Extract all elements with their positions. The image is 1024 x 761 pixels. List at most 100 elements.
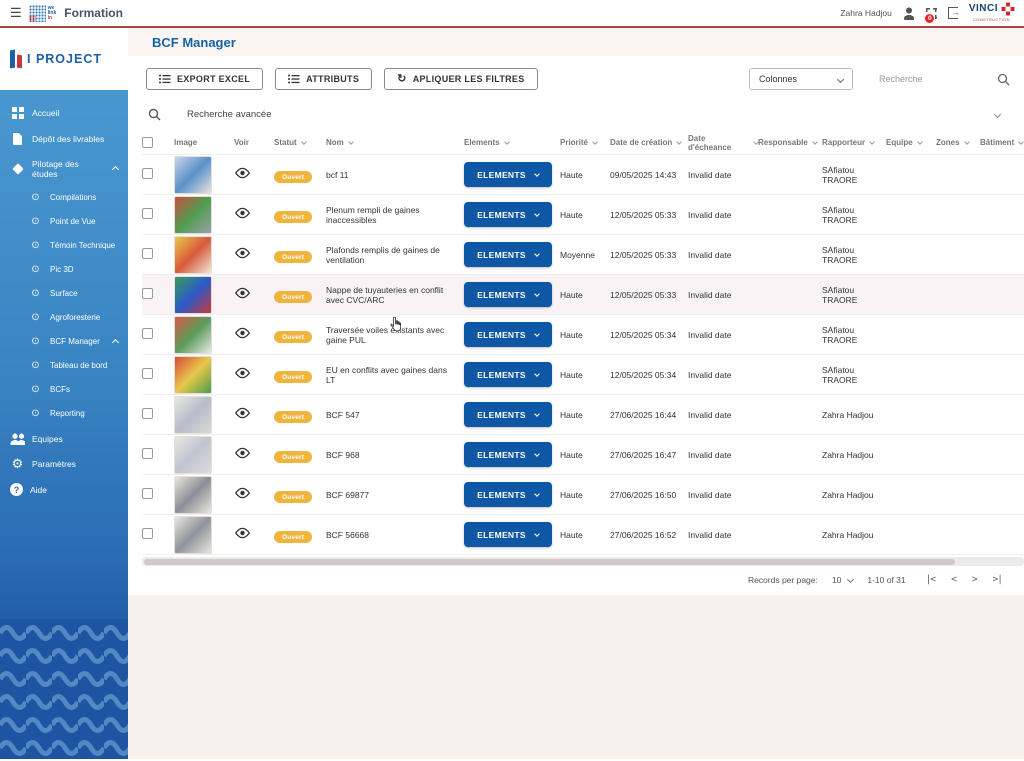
column-header[interactable] — [142, 137, 174, 148]
eye-icon[interactable] — [234, 487, 251, 499]
row-checkbox[interactable] — [142, 288, 153, 299]
row-checkbox[interactable] — [142, 328, 153, 339]
column-header[interactable]: Zones — [936, 138, 980, 147]
sidebar-item-pilotage-des-tudes[interactable]: Pilotage des études — [0, 152, 128, 186]
column-header[interactable]: Priorité — [560, 138, 610, 147]
chevron-down-icon[interactable] — [964, 139, 970, 145]
row-checkbox[interactable] — [142, 368, 153, 379]
export-excel-button[interactable]: EXPORT EXCEL — [146, 68, 263, 90]
columns-dropdown[interactable]: Colonnes — [749, 68, 853, 90]
table-row[interactable]: Ouvert BCF 547 ELEMENTS Haute 27/06/2025… — [142, 395, 1024, 435]
eye-icon[interactable] — [234, 287, 251, 299]
row-thumbnail[interactable] — [174, 236, 212, 274]
row-thumbnail[interactable] — [174, 276, 212, 314]
horizontal-scrollbar[interactable] — [142, 557, 1024, 566]
column-header[interactable]: Date d'écheance — [688, 134, 758, 152]
sidebar-item-d-p-t-des-livrables[interactable]: Dépôt des livrables — [0, 126, 128, 152]
next-page-button[interactable]: > — [972, 574, 977, 585]
elements-button[interactable]: ELEMENTS — [464, 482, 552, 507]
search-icon[interactable] — [997, 73, 1010, 86]
eye-icon[interactable] — [234, 407, 251, 419]
sidebar-item-param-tres[interactable]: Paramètres — [0, 452, 128, 476]
elements-button[interactable]: ELEMENTS — [464, 442, 552, 467]
table-row[interactable]: Ouvert BCF 968 ELEMENTS Haute 27/06/2025… — [142, 435, 1024, 475]
row-thumbnail[interactable] — [174, 396, 212, 434]
select-all-checkbox[interactable] — [142, 137, 153, 148]
sidebar-item-bcf-manager[interactable]: BCF Manager — [0, 330, 128, 354]
elements-button[interactable]: ELEMENTS — [464, 362, 552, 387]
elements-button[interactable]: ELEMENTS — [464, 282, 552, 307]
row-checkbox[interactable] — [142, 248, 153, 259]
table-row[interactable]: Ouvert Plenum rempli de gaines inaccessi… — [142, 195, 1024, 235]
column-header[interactable]: Image — [174, 138, 234, 147]
scrollbar-thumb[interactable] — [144, 559, 955, 565]
column-header[interactable]: Bâtiment — [980, 138, 1024, 147]
table-row[interactable]: Ouvert Traversée voiles existants avec g… — [142, 315, 1024, 355]
row-checkbox[interactable] — [142, 208, 153, 219]
search-input[interactable] — [879, 74, 959, 84]
row-thumbnail[interactable] — [174, 196, 212, 234]
table-row[interactable]: Ouvert EU en conflits avec gaines dans L… — [142, 355, 1024, 395]
chevron-down-icon[interactable] — [994, 111, 1001, 118]
sidebar-item-point-de-vue[interactable]: Point de Vue — [0, 210, 128, 234]
sidebar-item-pic-3d[interactable]: Pic 3D — [0, 258, 128, 282]
table-row[interactable]: Ouvert BCF 56668 ELEMENTS Haute 27/06/20… — [142, 515, 1024, 555]
chevron-down-icon[interactable] — [812, 139, 818, 145]
chevron-down-icon[interactable] — [348, 139, 354, 145]
column-header[interactable]: Date de création — [610, 138, 688, 147]
logout-icon[interactable] — [948, 7, 958, 19]
user-icon[interactable] — [903, 7, 915, 20]
table-row[interactable]: Ouvert Plafonds remplis de gaines de ven… — [142, 235, 1024, 275]
column-header[interactable]: Equipe — [886, 138, 936, 147]
row-thumbnail[interactable] — [174, 356, 212, 394]
chevron-down-icon[interactable] — [917, 139, 923, 145]
table-row[interactable]: Ouvert BCF 69877 ELEMENTS Haute 27/06/20… — [142, 475, 1024, 515]
table-row[interactable]: Ouvert bcf 11 ELEMENTS Haute 09/05/2025 … — [142, 155, 1024, 195]
row-checkbox[interactable] — [142, 168, 153, 179]
eye-icon[interactable] — [234, 247, 251, 259]
advanced-search-bar[interactable]: Recherche avancée — [128, 98, 1024, 131]
sidebar-item-accueil[interactable]: Accueil — [0, 100, 128, 126]
column-header[interactable]: Nom — [326, 138, 464, 147]
column-header[interactable]: Rapporteur — [822, 138, 886, 147]
sidebar-item-compilations[interactable]: Compilations — [0, 186, 128, 210]
row-thumbnail[interactable] — [174, 516, 212, 554]
sidebar-item-bcfs[interactable]: BCFs — [0, 378, 128, 402]
row-thumbnail[interactable] — [174, 316, 212, 354]
row-checkbox[interactable] — [142, 488, 153, 499]
elements-button[interactable]: ELEMENTS — [464, 322, 552, 347]
column-header[interactable]: Voir — [234, 138, 274, 147]
first-page-button[interactable]: |< — [926, 574, 935, 585]
column-header[interactable]: Responsable — [758, 138, 822, 147]
eye-icon[interactable] — [234, 527, 251, 539]
sidebar-item-surface[interactable]: Surface — [0, 282, 128, 306]
row-checkbox[interactable] — [142, 408, 153, 419]
apply-filters-button[interactable]: ↻ APLIQUER LES FILTRES — [384, 68, 537, 90]
chevron-down-icon[interactable] — [1018, 139, 1024, 145]
eye-icon[interactable] — [234, 327, 251, 339]
prev-page-button[interactable]: < — [951, 574, 956, 585]
chevron-down-icon[interactable] — [869, 139, 875, 145]
chevron-down-icon[interactable] — [504, 139, 510, 145]
table-row[interactable]: Ouvert Nappe de tuyauteries en conflit a… — [142, 275, 1024, 315]
row-checkbox[interactable] — [142, 528, 153, 539]
row-checkbox[interactable] — [142, 448, 153, 459]
chevron-down-icon[interactable] — [676, 139, 682, 145]
sidebar-item-agroforesterie[interactable]: Agroforesterie — [0, 306, 128, 330]
column-header[interactable]: Elements — [464, 138, 560, 147]
page-size-dropdown[interactable]: 10 — [832, 575, 853, 585]
eye-icon[interactable] — [234, 447, 251, 459]
row-thumbnail[interactable] — [174, 476, 212, 514]
last-page-button[interactable]: >| — [993, 574, 1002, 585]
elements-button[interactable]: ELEMENTS — [464, 402, 552, 427]
row-thumbnail[interactable] — [174, 436, 212, 474]
elements-button[interactable]: ELEMENTS — [464, 202, 552, 227]
column-header[interactable]: Statut — [274, 138, 326, 147]
eye-icon[interactable] — [234, 207, 251, 219]
elements-button[interactable]: ELEMENTS — [464, 162, 552, 187]
chevron-down-icon[interactable] — [592, 139, 598, 145]
sidebar-item-aide[interactable]: Aide — [0, 476, 128, 503]
eye-icon[interactable] — [234, 367, 251, 379]
sidebar-item-t-moin-technique[interactable]: Témoin Technique — [0, 234, 128, 258]
eye-icon[interactable] — [234, 167, 251, 179]
